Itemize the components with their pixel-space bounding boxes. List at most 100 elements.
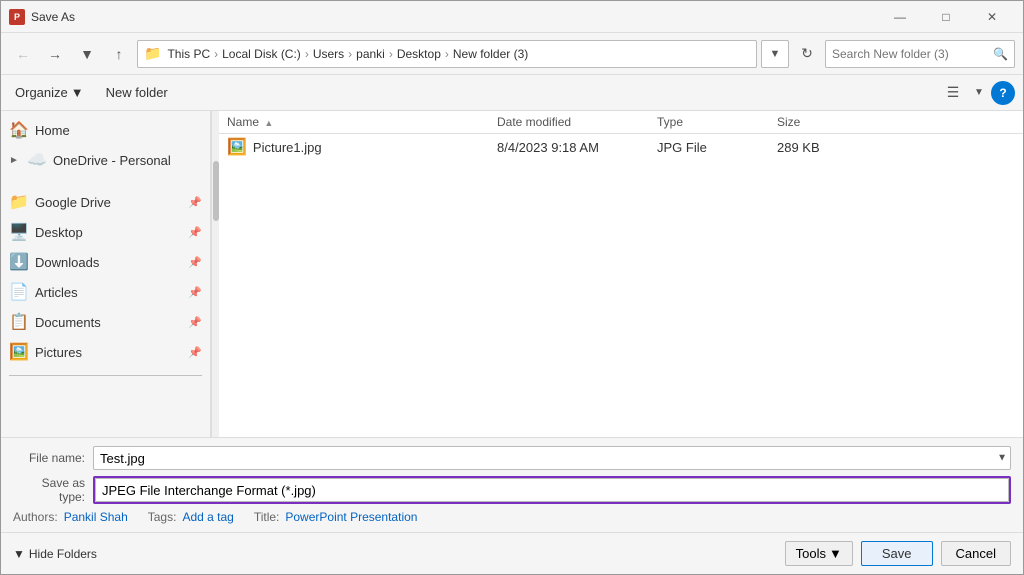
sidebar-label-downloads: Downloads bbox=[35, 255, 182, 270]
authors-label: Authors: bbox=[13, 510, 58, 524]
minimize-button[interactable]: — bbox=[877, 1, 923, 33]
main-content: 🏠 Home ► ☁️ OneDrive - Personal 📁 Google… bbox=[1, 111, 1023, 437]
breadcrumb-users[interactable]: Users bbox=[313, 47, 344, 61]
folder-icon: 📁 bbox=[144, 45, 161, 62]
file-list: 🖼️ Picture1.jpg 8/4/2023 9:18 AM JPG Fil… bbox=[219, 134, 1023, 437]
address-bar: ← → ▼ ↑ 📁 This PC › Local Disk (C:) › Us… bbox=[1, 33, 1023, 75]
table-row[interactable]: 🖼️ Picture1.jpg 8/4/2023 9:18 AM JPG Fil… bbox=[219, 134, 1023, 160]
sidebar-item-articles[interactable]: 📄 Articles 📌 bbox=[1, 277, 210, 307]
sidebar-item-home[interactable]: 🏠 Home bbox=[1, 115, 210, 145]
filename-label: File name: bbox=[13, 451, 93, 465]
file-icon: 🖼️ bbox=[227, 137, 247, 157]
documents-icon: 📋 bbox=[9, 312, 29, 332]
file-name: Picture1.jpg bbox=[253, 140, 322, 155]
search-input[interactable] bbox=[832, 47, 989, 61]
window-controls: — □ ✕ bbox=[877, 1, 1015, 33]
home-icon: 🏠 bbox=[9, 120, 29, 140]
tags-label: Tags: bbox=[148, 510, 177, 524]
search-icon: 🔍 bbox=[993, 47, 1008, 61]
file-list-header: Name ▲ Date modified Type Size bbox=[219, 111, 1023, 134]
authors-value[interactable]: Pankil Shah bbox=[64, 510, 128, 524]
pin-icon-pictures: 📌 bbox=[188, 346, 202, 359]
sidebar-scroll-thumb bbox=[213, 161, 219, 221]
view-dropdown-icon[interactable]: ▼ bbox=[971, 79, 987, 107]
chevron-down-icon: ▼ bbox=[13, 547, 25, 561]
app-icon: P bbox=[9, 9, 25, 25]
sidebar-item-google-drive[interactable]: 📁 Google Drive 📌 bbox=[1, 187, 210, 217]
save-as-dialog: P Save As — □ ✕ ← → ▼ ↑ 📁 This PC › Loca… bbox=[0, 0, 1024, 575]
title-bar: P Save As — □ ✕ bbox=[1, 1, 1023, 33]
pictures-icon: 🖼️ bbox=[9, 342, 29, 362]
toolbar: Organize ▼ New folder ☰ ▼ ? bbox=[1, 75, 1023, 111]
action-buttons: Tools ▼ Save Cancel bbox=[785, 541, 1011, 566]
sidebar-label-home: Home bbox=[35, 123, 202, 138]
sort-indicator: ▲ bbox=[264, 118, 273, 128]
help-button[interactable]: ? bbox=[991, 81, 1015, 105]
breadcrumb-dropdown-button[interactable]: ▼ bbox=[761, 40, 789, 68]
sidebar-scrollbar[interactable] bbox=[211, 111, 219, 437]
desktop-icon: 🖥️ bbox=[9, 222, 29, 242]
window-title: Save As bbox=[31, 10, 75, 24]
tools-dropdown-icon: ▼ bbox=[829, 546, 842, 561]
sidebar-item-pictures[interactable]: 🖼️ Pictures 📌 bbox=[1, 337, 210, 367]
breadcrumb-desktop[interactable]: Desktop bbox=[397, 47, 441, 61]
up-button[interactable]: ↑ bbox=[105, 40, 133, 68]
bottom-form: File name: ▼ Save as type: JPEG File Int… bbox=[1, 437, 1023, 532]
column-header-name[interactable]: Name ▲ bbox=[219, 115, 489, 129]
column-header-date[interactable]: Date modified bbox=[489, 115, 649, 129]
savetype-label: Save as type: bbox=[13, 476, 93, 504]
pin-icon-desktop: 📌 bbox=[188, 226, 202, 239]
google-drive-icon: 📁 bbox=[9, 192, 29, 212]
hide-folders-button[interactable]: ▼ Hide Folders bbox=[13, 547, 97, 561]
recent-locations-button[interactable]: ▼ bbox=[73, 40, 101, 68]
tags-value[interactable]: Add a tag bbox=[182, 510, 233, 524]
view-button[interactable]: ☰ bbox=[939, 79, 967, 107]
title-value[interactable]: PowerPoint Presentation bbox=[285, 510, 417, 524]
close-button[interactable]: ✕ bbox=[969, 1, 1015, 33]
expand-arrow-onedrive: ► bbox=[9, 155, 21, 166]
sidebar-item-desktop[interactable]: 🖥️ Desktop 📌 bbox=[1, 217, 210, 247]
pin-icon-documents: 📌 bbox=[188, 316, 202, 329]
column-header-type[interactable]: Type bbox=[649, 115, 769, 129]
organize-button[interactable]: Organize ▼ bbox=[9, 82, 90, 103]
forward-button[interactable]: → bbox=[41, 40, 69, 68]
breadcrumb[interactable]: 📁 This PC › Local Disk (C:) › Users › pa… bbox=[137, 40, 757, 68]
sidebar-container: 🏠 Home ► ☁️ OneDrive - Personal 📁 Google… bbox=[1, 111, 219, 437]
title-bar-left: P Save As bbox=[9, 9, 75, 25]
sidebar-label-documents: Documents bbox=[35, 315, 182, 330]
breadcrumb-this-pc[interactable]: This PC bbox=[167, 47, 210, 61]
search-box: 🔍 bbox=[825, 40, 1015, 68]
action-bar: ▼ Hide Folders Tools ▼ Save Cancel bbox=[1, 532, 1023, 574]
sidebar-label-pictures: Pictures bbox=[35, 345, 182, 360]
back-button[interactable]: ← bbox=[9, 40, 37, 68]
breadcrumb-local-disk[interactable]: Local Disk (C:) bbox=[222, 47, 301, 61]
file-size: 289 KB bbox=[769, 140, 869, 155]
refresh-button[interactable]: ↻ bbox=[793, 40, 821, 68]
articles-icon: 📄 bbox=[9, 282, 29, 302]
tools-button[interactable]: Tools ▼ bbox=[785, 541, 853, 566]
column-header-size[interactable]: Size bbox=[769, 115, 869, 129]
breadcrumb-panki[interactable]: panki bbox=[356, 47, 385, 61]
file-name-cell: 🖼️ Picture1.jpg bbox=[219, 137, 489, 157]
file-type: JPG File bbox=[649, 140, 769, 155]
sidebar: 🏠 Home ► ☁️ OneDrive - Personal 📁 Google… bbox=[1, 111, 211, 437]
organize-dropdown-icon: ▼ bbox=[71, 85, 84, 100]
cancel-button[interactable]: Cancel bbox=[941, 541, 1011, 566]
sidebar-item-downloads[interactable]: ⬇️ Downloads 📌 bbox=[1, 247, 210, 277]
savetype-select[interactable]: JPEG File Interchange Format (*.jpg)PNG … bbox=[95, 478, 1009, 502]
savetype-row: Save as type: JPEG File Interchange Form… bbox=[13, 476, 1011, 504]
pin-icon-downloads: 📌 bbox=[188, 256, 202, 269]
sidebar-item-documents[interactable]: 📋 Documents 📌 bbox=[1, 307, 210, 337]
sidebar-label-onedrive: OneDrive - Personal bbox=[53, 153, 202, 168]
new-folder-button[interactable]: New folder bbox=[98, 82, 176, 103]
pin-icon-articles: 📌 bbox=[188, 286, 202, 299]
sidebar-item-onedrive[interactable]: ► ☁️ OneDrive - Personal bbox=[1, 145, 210, 175]
metadata-row: Authors: Pankil Shah Tags: Add a tag Tit… bbox=[13, 510, 1011, 524]
filename-input[interactable] bbox=[93, 446, 1011, 470]
maximize-button[interactable]: □ bbox=[923, 1, 969, 33]
pin-icon-google-drive: 📌 bbox=[188, 196, 202, 209]
breadcrumb-new-folder[interactable]: New folder (3) bbox=[453, 47, 528, 61]
sidebar-divider bbox=[9, 375, 202, 376]
downloads-icon: ⬇️ bbox=[9, 252, 29, 272]
save-button[interactable]: Save bbox=[861, 541, 933, 566]
